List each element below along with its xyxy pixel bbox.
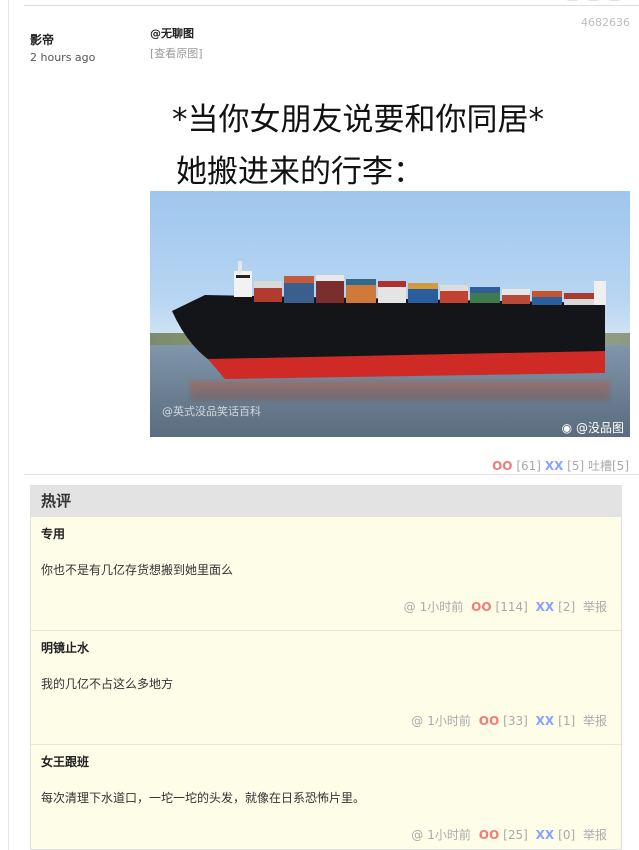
hot-comments-panel: 热评 专用 你也不是有几亿存货想搬到她里面么 @1小时前 OO [114] XX[…: [30, 485, 622, 850]
mention-link[interactable]: @无聊图: [150, 25, 630, 41]
comment-author: 女王跟班: [41, 755, 90, 769]
comment-time: 1小时前: [427, 714, 471, 728]
comment-author: 专用: [41, 527, 66, 541]
watermark-right-text: @没品图: [575, 421, 624, 435]
comment-xx-button[interactable]: XX: [536, 828, 555, 842]
post-time: 2 hours ago: [30, 51, 96, 64]
comment-author: 明镜止水: [41, 641, 90, 655]
comment-item: 明镜止水 我的几亿不占这么多地方 @1小时前 OO [33] XX [1] 举报: [31, 631, 621, 745]
section-divider: [24, 474, 639, 475]
reply-at-button[interactable]: @: [404, 600, 416, 614]
report-button[interactable]: 举报: [583, 714, 607, 728]
comment-xx-count: [2]: [558, 600, 576, 614]
tucao-count: [5]: [612, 459, 629, 473]
comment-oo-button[interactable]: OO: [471, 600, 491, 614]
tucao-button[interactable]: 吐槽: [588, 459, 612, 473]
comment-text: 每次清理下水道口，一坨一坨的头发，就像在日系恐怖片里。: [41, 791, 366, 805]
report-button[interactable]: 举报: [583, 828, 607, 842]
comment-oo-button[interactable]: OO: [479, 828, 499, 842]
oo-vote-button[interactable]: OO: [492, 459, 512, 473]
container-ship-photo: @英式没品笑话百科 ◉ @没品图: [150, 191, 630, 437]
watermark-left: @英式没品笑话百科: [162, 405, 261, 418]
comment-oo-count: [33]: [503, 714, 528, 728]
report-button[interactable]: 举报: [583, 600, 607, 614]
author-name: 影帝: [30, 33, 55, 47]
container-ship-illustration: [172, 261, 606, 379]
comment-meta: @1小时前 OO [25] XX [0] 举报: [407, 826, 607, 843]
weibo-icon: ◉: [561, 421, 573, 435]
watermark-right: ◉ @没品图: [562, 419, 624, 436]
post-author-block: 影帝 2 hours ago: [30, 31, 95, 64]
reply-at-button[interactable]: @: [411, 828, 423, 842]
comment-time: 1小时前: [419, 600, 464, 614]
post-vote-bar: OO [61] XX [5] 吐槽[5]: [492, 457, 629, 474]
comment-time: 1小时前: [427, 828, 471, 842]
comment-oo-count: [25]: [503, 828, 528, 842]
comment-oo-button[interactable]: OO: [479, 714, 499, 728]
comment-xx-button[interactable]: XX: [536, 714, 555, 728]
comment-item: 女王跟班 每次清理下水道口，一坨一坨的头发，就像在日系恐怖片里。 @1小时前 O…: [31, 745, 621, 849]
comment-item: 专用 你也不是有几亿存货想搬到她里面么 @1小时前 OO [114] XX [2] …: [31, 517, 621, 631]
comment-oo-count: [114]: [495, 600, 528, 614]
post-header: @无聊图 [查看原图]: [150, 25, 630, 61]
reply-at-button[interactable]: @: [411, 714, 423, 728]
comment-xx-count: [0]: [558, 828, 576, 842]
hot-comments-title: 热评: [31, 486, 621, 517]
meme-caption-line1: *当你女朋友说要和你同居*: [172, 102, 544, 138]
comment-meta: @1小时前 OO [114] XX [2] 举报: [400, 598, 607, 615]
comment-text: 我的几亿不占这么多地方: [41, 677, 174, 691]
xx-vote-button[interactable]: XX: [545, 459, 564, 473]
oo-count: [61]: [516, 459, 541, 473]
comment-text: 你也不是有几亿存货想搬到她里面么: [41, 563, 234, 577]
comment-xx-count: [1]: [558, 714, 576, 728]
top-divider: [24, 5, 639, 6]
meme-caption-line2: 她搬进来的行李：: [176, 154, 424, 190]
meme-image[interactable]: *当你女朋友说要和你同居* 她搬进来的行李： @英式没品笑话百科 ◉ @没品图: [150, 86, 630, 438]
page-left-border: [8, 0, 9, 850]
view-original-link[interactable]: [查看原图]: [150, 45, 630, 61]
comment-meta: @1小时前 OO [33] XX [1] 举报: [407, 712, 607, 729]
xx-count: [5]: [567, 459, 585, 473]
comment-xx-button[interactable]: XX: [536, 600, 555, 614]
